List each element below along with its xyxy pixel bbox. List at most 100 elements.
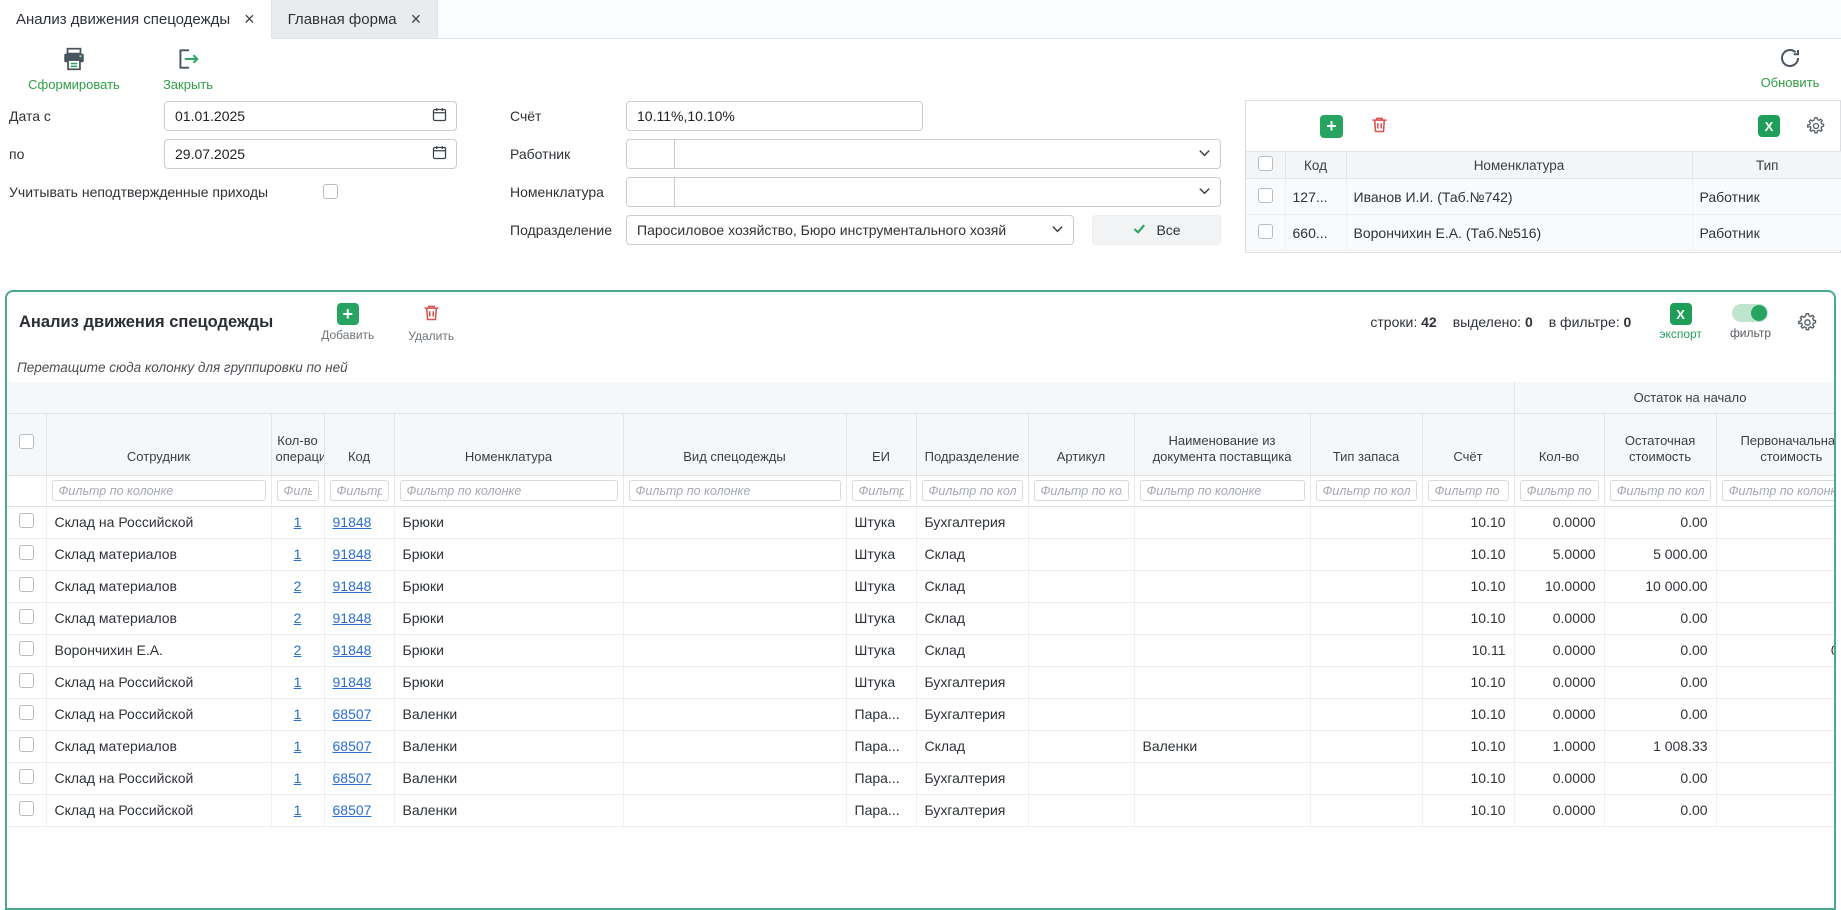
export-button[interactable]: X экспорт	[1659, 303, 1702, 341]
col-header-department[interactable]: Подразделение	[916, 413, 1028, 475]
delete-row-button[interactable]: Удалить	[408, 302, 454, 343]
refresh-button[interactable]: Обновить	[1755, 46, 1825, 90]
operations-link[interactable]: 1	[294, 706, 302, 722]
table-row[interactable]: Склад на Российской 1 68507 Валенки Пара…	[7, 794, 1834, 826]
col-header-supplier-name[interactable]: Наименование из документа поставщика	[1134, 413, 1310, 475]
select-all-checkbox[interactable]	[1258, 156, 1273, 171]
row-checkbox[interactable]	[1258, 188, 1273, 203]
filter-input-account[interactable]	[1428, 480, 1509, 501]
filter-input-department[interactable]	[922, 480, 1023, 501]
row-checkbox[interactable]	[19, 705, 34, 720]
col-header-unit[interactable]: ЕИ	[846, 413, 916, 475]
filter-input-code[interactable]	[330, 480, 389, 501]
nomenclature-combobox[interactable]	[626, 177, 1221, 207]
code-link[interactable]: 68507	[333, 770, 372, 786]
row-checkbox[interactable]	[19, 577, 34, 592]
close-tab-icon[interactable]: ×	[411, 10, 422, 28]
filter-toggle[interactable]	[1732, 304, 1768, 322]
operations-link[interactable]: 1	[294, 514, 302, 530]
date-to-field[interactable]	[164, 139, 457, 169]
filter-input-unit[interactable]	[852, 480, 911, 501]
filter-input-employee[interactable]	[52, 480, 266, 501]
gear-icon[interactable]	[1797, 312, 1818, 333]
col-header-operations[interactable]: Кол-во операций	[271, 413, 324, 475]
filter-input-initial-cost[interactable]	[1722, 480, 1834, 501]
col-header-qty[interactable]: Кол-во	[1514, 413, 1604, 475]
col-header-article[interactable]: Артикул	[1028, 413, 1134, 475]
row-checkbox[interactable]	[19, 673, 34, 688]
tab-analysis[interactable]: Анализ движения спецодежды ×	[0, 0, 272, 39]
calendar-icon[interactable]	[431, 106, 448, 126]
operations-link[interactable]: 1	[294, 546, 302, 562]
operations-link[interactable]: 1	[294, 674, 302, 690]
code-link[interactable]: 91848	[333, 578, 372, 594]
col-header-workwear-kind[interactable]: Вид спецодежды	[623, 413, 846, 475]
code-link[interactable]: 91848	[333, 642, 372, 658]
table-row[interactable]: Склад на Российской 1 68507 Валенки Пара…	[7, 698, 1834, 730]
table-row[interactable]: Склад материалов 1 68507 Валенки Пара...…	[7, 730, 1834, 762]
select-all-departments-button[interactable]: Все	[1092, 215, 1221, 245]
date-from-field[interactable]	[164, 101, 457, 131]
gear-icon[interactable]	[1806, 116, 1826, 136]
row-checkbox[interactable]	[1258, 224, 1273, 239]
unconfirmed-checkbox[interactable]	[323, 184, 338, 199]
table-row[interactable]: Склад на Российской 1 91848 Брюки Штука …	[7, 666, 1834, 698]
col-header-nomenclature[interactable]: Номенклатура	[394, 413, 623, 475]
table-row[interactable]: Склад материалов 2 91848 Брюки Штука Скл…	[7, 602, 1834, 634]
close-tab-icon[interactable]: ×	[244, 10, 255, 28]
row-checkbox[interactable]	[19, 737, 34, 752]
worker-combobox[interactable]	[626, 139, 1221, 169]
operations-link[interactable]: 2	[294, 642, 302, 658]
filter-input-workwear-kind[interactable]	[629, 480, 841, 501]
date-to-input[interactable]	[175, 146, 431, 162]
account-input[interactable]	[637, 108, 914, 124]
code-link[interactable]: 91848	[333, 546, 372, 562]
operations-link[interactable]: 1	[294, 770, 302, 786]
table-row[interactable]: Ворончихин Е.А. 2 91848 Брюки Штука Скла…	[7, 634, 1834, 666]
filter-input-qty[interactable]	[1520, 480, 1599, 501]
date-from-input[interactable]	[175, 108, 431, 124]
col-header-stock-type[interactable]: Тип запаса	[1310, 413, 1422, 475]
code-link[interactable]: 91848	[333, 514, 372, 530]
selection-row[interactable]: 660... Ворончихин Е.А. (Таб.№516) Работн…	[1246, 215, 1841, 251]
add-selection-button[interactable]: +	[1320, 115, 1343, 138]
excel-export-icon[interactable]: X	[1758, 115, 1780, 137]
col-header-code[interactable]: Код	[324, 413, 394, 475]
selection-row[interactable]: 127... Иванов И.И. (Таб.№742) Работник	[1246, 179, 1841, 215]
table-row[interactable]: Склад на Российской 1 68507 Валенки Пара…	[7, 762, 1834, 794]
code-link[interactable]: 68507	[333, 706, 372, 722]
row-checkbox[interactable]	[19, 769, 34, 784]
row-checkbox[interactable]	[19, 641, 34, 656]
operations-link[interactable]: 2	[294, 610, 302, 626]
col-header-account[interactable]: Счёт	[1422, 413, 1514, 475]
operations-link[interactable]: 1	[294, 802, 302, 818]
groupby-dropzone[interactable]: Перетащите сюда колонку для группировки …	[7, 352, 1834, 382]
add-row-button[interactable]: + Добавить	[321, 303, 374, 342]
tab-main-form[interactable]: Главная форма ×	[272, 0, 438, 38]
generate-button[interactable]: Сформировать	[26, 46, 122, 92]
nomenclature-code-input[interactable]	[627, 178, 675, 206]
operations-link[interactable]: 1	[294, 738, 302, 754]
code-link[interactable]: 91848	[333, 610, 372, 626]
col-header-initial-cost[interactable]: Первоначальная стоимость	[1716, 413, 1834, 475]
worker-code-input[interactable]	[627, 140, 675, 168]
select-all-checkbox[interactable]	[19, 434, 34, 449]
delete-selection-button[interactable]	[1369, 114, 1390, 138]
table-row[interactable]: Склад на Российской 1 91848 Брюки Штука …	[7, 506, 1834, 538]
department-select[interactable]: Паросиловое хозяйство, Бюро инструментал…	[626, 215, 1074, 245]
filter-input-operations[interactable]	[277, 480, 319, 501]
filter-input-supplier-name[interactable]	[1140, 480, 1305, 501]
close-form-button[interactable]: Закрыть	[140, 46, 236, 92]
filter-input-article[interactable]	[1034, 480, 1129, 501]
filter-input-stock-type[interactable]	[1316, 480, 1417, 501]
calendar-icon[interactable]	[431, 144, 448, 164]
account-field[interactable]	[626, 101, 923, 131]
row-checkbox[interactable]	[19, 801, 34, 816]
table-row[interactable]: Склад материалов 1 91848 Брюки Штука Скл…	[7, 538, 1834, 570]
col-header-residual-cost[interactable]: Остаточная стоимость	[1604, 413, 1716, 475]
table-row[interactable]: Склад материалов 2 91848 Брюки Штука Скл…	[7, 570, 1834, 602]
row-checkbox[interactable]	[19, 609, 34, 624]
code-link[interactable]: 91848	[333, 674, 372, 690]
code-link[interactable]: 68507	[333, 802, 372, 818]
filter-input-residual-cost[interactable]	[1610, 480, 1711, 501]
